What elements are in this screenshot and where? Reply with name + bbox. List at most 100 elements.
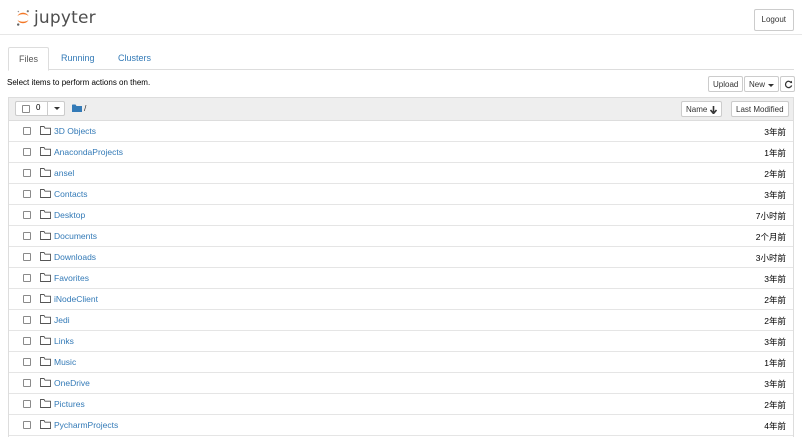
item-checkbox[interactable] xyxy=(23,274,31,282)
folder-icon xyxy=(40,231,51,240)
select-all-group[interactable]: 0 xyxy=(15,101,65,116)
item-modified: 3小时前 xyxy=(755,253,786,263)
item-modified: 2年前 xyxy=(764,295,786,305)
select-dropdown-icon[interactable] xyxy=(54,107,60,110)
sort-last-modified-button[interactable]: Last Modified xyxy=(731,101,789,117)
list-item[interactable]: Contacts 3年前 xyxy=(9,184,793,205)
folder-icon xyxy=(40,168,51,177)
item-name[interactable]: OneDrive xyxy=(54,378,90,388)
folder-icon xyxy=(40,336,51,345)
item-name[interactable]: Jedi xyxy=(54,315,70,325)
item-name[interactable]: Contacts xyxy=(54,189,88,199)
item-checkbox[interactable] xyxy=(23,253,31,261)
new-dropdown-button[interactable]: New xyxy=(744,76,780,92)
list-item[interactable]: Desktop 7小时前 xyxy=(9,205,793,226)
item-name[interactable]: AnacondaProjects xyxy=(54,147,123,157)
file-list: 0 / Name Last Modified 3D Objects 3年前 Anac… xyxy=(8,97,794,437)
list-header: 0 / Name Last Modified xyxy=(9,98,793,121)
item-modified: 2个月前 xyxy=(755,232,786,242)
folder-icon xyxy=(40,294,51,303)
item-modified: 3年前 xyxy=(764,127,786,137)
list-item[interactable]: Downloads 3小时前 xyxy=(9,247,793,268)
folder-icon xyxy=(40,210,51,219)
item-modified: 2年前 xyxy=(764,169,786,179)
item-checkbox[interactable] xyxy=(23,211,31,219)
item-checkbox[interactable] xyxy=(23,169,31,177)
folder-icon xyxy=(40,189,51,198)
list-item[interactable]: Favorites 3年前 xyxy=(9,268,793,289)
item-name[interactable]: Downloads xyxy=(54,252,96,262)
item-modified: 4年前 xyxy=(764,421,786,431)
upload-button[interactable]: Upload xyxy=(708,76,744,92)
header-bar: jupyter Logout xyxy=(0,0,802,35)
folder-icon xyxy=(40,399,51,408)
item-name[interactable]: Documents xyxy=(54,231,97,241)
item-modified: 1年前 xyxy=(764,148,786,158)
new-button-label: New xyxy=(749,80,766,89)
selection-hint: Select items to perform actions on them. xyxy=(7,78,151,87)
folder-icon xyxy=(40,420,51,429)
item-checkbox[interactable] xyxy=(23,358,31,366)
folder-icon xyxy=(40,378,51,387)
list-item[interactable]: Documents 2个月前 xyxy=(9,226,793,247)
item-modified: 1年前 xyxy=(764,358,786,368)
item-checkbox[interactable] xyxy=(23,190,31,198)
item-name[interactable]: ansel xyxy=(54,168,74,178)
item-checkbox[interactable] xyxy=(23,337,31,345)
folder-icon xyxy=(40,357,51,366)
arrow-down-icon xyxy=(710,106,718,114)
item-checkbox[interactable] xyxy=(23,421,31,429)
item-modified: 2年前 xyxy=(764,400,786,410)
list-item[interactable]: iNodeClient 2年前 xyxy=(9,289,793,310)
list-item[interactable]: Music 1年前 xyxy=(9,352,793,373)
tab-running[interactable]: Running xyxy=(51,47,105,69)
folder-icon[interactable] xyxy=(72,104,82,112)
item-checkbox[interactable] xyxy=(23,127,31,135)
item-checkbox[interactable] xyxy=(23,232,31,240)
item-modified: 3年前 xyxy=(764,274,786,284)
folder-icon xyxy=(40,126,51,135)
divider xyxy=(47,102,48,115)
file-rows: 3D Objects 3年前 AnacondaProjects 1年前 ansel 2年前… xyxy=(9,121,793,436)
list-item[interactable]: Jedi 2年前 xyxy=(9,310,793,331)
list-item[interactable]: Pictures 2年前 xyxy=(9,394,793,415)
list-item[interactable]: Links 3年前 xyxy=(9,331,793,352)
list-item[interactable]: 3D Objects 3年前 xyxy=(9,121,793,142)
tab-bar: Files Running Clusters xyxy=(8,47,794,71)
item-name[interactable]: Favorites xyxy=(54,273,89,283)
item-checkbox[interactable] xyxy=(23,400,31,408)
selected-count: 0 xyxy=(36,103,41,112)
item-modified: 2年前 xyxy=(764,316,786,326)
sort-name-button[interactable]: Name xyxy=(681,101,723,117)
item-name[interactable]: iNodeClient xyxy=(54,294,98,304)
folder-icon xyxy=(40,252,51,261)
item-checkbox[interactable] xyxy=(23,379,31,387)
item-checkbox[interactable] xyxy=(23,316,31,324)
item-name[interactable]: 3D Objects xyxy=(54,126,96,136)
tab-clusters[interactable]: Clusters xyxy=(108,47,161,69)
folder-icon xyxy=(40,273,51,282)
logout-button[interactable]: Logout xyxy=(753,9,794,31)
item-name[interactable]: Links xyxy=(54,336,74,346)
tab-files[interactable]: Files xyxy=(8,47,50,71)
refresh-icon xyxy=(784,80,793,89)
logo-text: jupyter xyxy=(34,8,96,28)
folder-icon xyxy=(40,147,51,156)
item-checkbox[interactable] xyxy=(23,148,31,156)
breadcrumb-path[interactable]: / xyxy=(84,103,86,113)
item-name[interactable]: Desktop xyxy=(54,210,85,220)
item-name[interactable]: PycharmProjects xyxy=(54,420,118,430)
item-checkbox[interactable] xyxy=(23,295,31,303)
list-item[interactable]: AnacondaProjects 1年前 xyxy=(9,142,793,163)
refresh-button[interactable] xyxy=(780,76,795,92)
list-item[interactable]: ansel 2年前 xyxy=(9,163,793,184)
sort-name-label: Name xyxy=(686,105,708,114)
item-name[interactable]: Pictures xyxy=(54,399,85,409)
caret-down-icon xyxy=(768,84,775,87)
item-name[interactable]: Music xyxy=(54,357,76,367)
select-all-checkbox[interactable] xyxy=(22,105,30,113)
jupyter-logo[interactable]: jupyter xyxy=(16,8,96,28)
folder-icon xyxy=(40,315,51,324)
list-item[interactable]: OneDrive 3年前 xyxy=(9,373,793,394)
item-modified: 3年前 xyxy=(764,337,786,347)
